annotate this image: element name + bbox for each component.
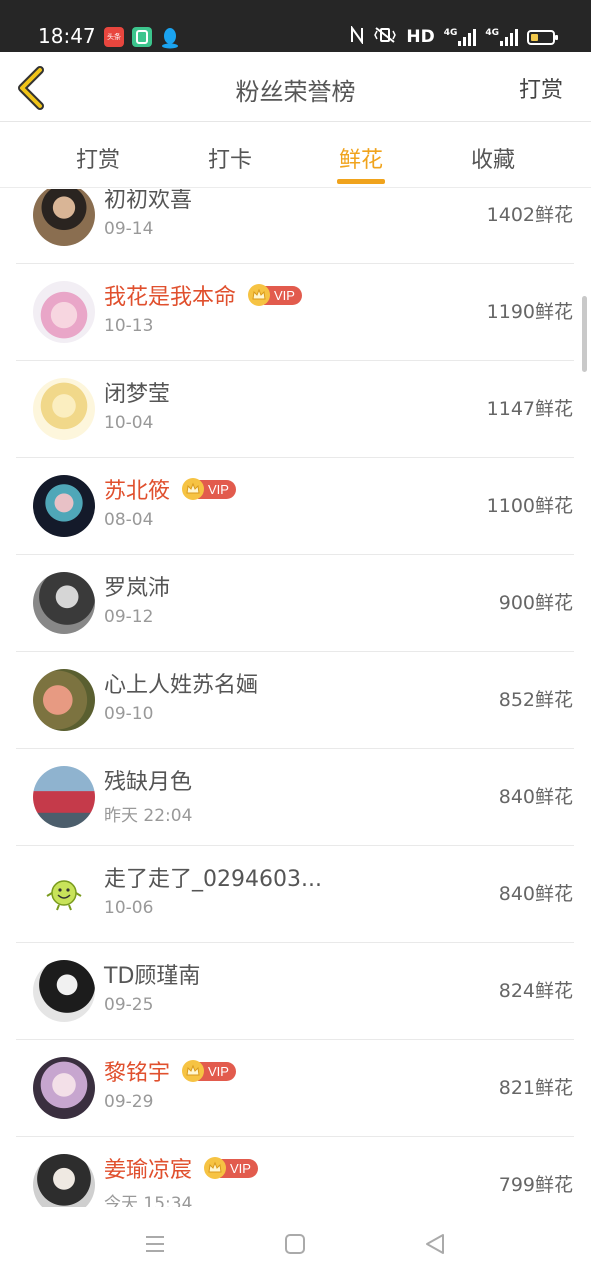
fan-date: 09-29 — [104, 1092, 154, 1112]
list-item[interactable]: 罗岚沛 09-12 900鲜花 — [16, 555, 574, 652]
avatar — [33, 766, 95, 828]
avatar — [33, 189, 95, 246]
flower-count: 1147鲜花 — [486, 398, 573, 420]
battery-icon — [527, 29, 558, 45]
fan-date: 09-12 — [104, 607, 154, 627]
scrollbar-thumb[interactable] — [582, 296, 587, 372]
avatar — [33, 378, 95, 440]
flower-count: 852鲜花 — [498, 689, 573, 711]
tab-favorites[interactable]: 收藏 — [448, 142, 538, 174]
list-item[interactable]: 我花是我本命 VIP 10-13 1190鲜花 — [16, 264, 574, 361]
fan-name: TD顾瑾南 — [104, 964, 201, 989]
fan-date: 今天 15:34 — [104, 1194, 193, 1207]
qq-icon — [160, 27, 180, 49]
menu-icon — [146, 1236, 164, 1252]
fan-name: 心上人姓苏名婳 — [104, 673, 259, 698]
home-square-icon — [285, 1234, 305, 1254]
avatar — [33, 669, 95, 731]
flower-count: 824鲜花 — [498, 980, 573, 1002]
flower-count: 799鲜花 — [498, 1174, 573, 1196]
fan-date: 10-04 — [104, 413, 154, 433]
tab-bar: 打赏 打卡 鲜花 收藏 — [0, 122, 591, 188]
fan-name: 走了走了_0294603... — [104, 867, 322, 892]
fan-date: 09-10 — [104, 704, 154, 724]
fan-name: 闭梦莹 — [104, 382, 171, 407]
avatar — [33, 1057, 95, 1119]
list-item[interactable]: 心上人姓苏名婳 09-10 852鲜花 — [16, 652, 574, 749]
vip-badge: VIP — [182, 1060, 236, 1082]
toutiao-icon: 头条 — [104, 27, 124, 47]
fan-date: 10-13 — [104, 316, 154, 336]
signal-4g-icon-2: 4G — [485, 28, 518, 46]
crown-icon — [248, 284, 271, 306]
list-item[interactable]: 苏北筱 VIP 08-04 1100鲜花 — [16, 458, 574, 555]
crown-icon — [182, 1060, 205, 1082]
hd-label: HD — [406, 27, 435, 47]
flower-count: 1190鲜花 — [486, 301, 573, 323]
list-item[interactable]: 初初欢喜 09-14 1402鲜花 — [16, 189, 574, 264]
fan-name: 初初欢喜 — [104, 189, 193, 213]
status-indicators: HD 4G 4G — [350, 24, 558, 49]
smiley-icon — [46, 880, 82, 911]
flower-count: 900鲜花 — [498, 592, 573, 614]
home-button[interactable] — [282, 1231, 308, 1257]
tab-reward[interactable]: 打赏 — [53, 142, 143, 174]
system-nav-bar — [0, 1207, 591, 1280]
avatar — [33, 281, 95, 343]
avatar — [33, 1154, 95, 1207]
avatar — [33, 863, 95, 925]
green-app-icon — [132, 27, 152, 47]
system-back-button[interactable] — [422, 1231, 448, 1257]
list-item[interactable]: 黎铭宇 VIP 09-29 821鲜花 — [16, 1040, 574, 1137]
fan-name: 罗岚沛 — [104, 576, 171, 601]
flower-count: 840鲜花 — [498, 883, 573, 905]
fan-name: 苏北筱 — [104, 479, 171, 504]
vip-badge: VIP — [204, 1157, 258, 1179]
avatar — [33, 572, 95, 634]
status-time: 18:47 — [38, 24, 96, 48]
flower-count: 840鲜花 — [498, 786, 573, 808]
crown-icon — [204, 1157, 227, 1179]
fan-name: 姜瑜凉宸 — [104, 1158, 193, 1183]
vip-badge: VIP — [182, 478, 236, 500]
fan-date: 昨天 22:04 — [104, 806, 193, 826]
vibrate-mute-icon — [373, 26, 397, 49]
list-item[interactable]: 残缺月色 昨天 22:04 840鲜花 — [16, 749, 574, 846]
list-item[interactable]: 闭梦莹 10-04 1147鲜花 — [16, 361, 574, 458]
tab-checkin[interactable]: 打卡 — [185, 142, 275, 174]
list-item[interactable]: TD顾瑾南 09-25 824鲜花 — [16, 943, 574, 1040]
fan-date: 09-25 — [104, 995, 154, 1015]
flower-count: 1402鲜花 — [486, 204, 573, 226]
fan-name: 残缺月色 — [104, 770, 193, 795]
tab-flowers[interactable]: 鲜花 — [316, 142, 406, 174]
avatar — [33, 475, 95, 537]
flower-count: 1100鲜花 — [486, 495, 573, 517]
menu-button[interactable] — [142, 1231, 168, 1257]
list-item[interactable]: 走了走了_0294603... 10-06 840鲜花 — [16, 846, 574, 943]
fan-list: 初初欢喜 09-14 1402鲜花 我花是我本命 VIP 10-13 1190鲜… — [0, 189, 591, 1207]
flower-count: 821鲜花 — [498, 1077, 573, 1099]
vip-badge: VIP — [248, 284, 302, 306]
back-triangle-icon — [426, 1234, 444, 1254]
status-bar: 18:47 头条 HD 4G 4G — [0, 0, 591, 52]
fan-name: 黎铭宇 — [104, 1061, 171, 1086]
fan-date: 09-14 — [104, 219, 154, 239]
crown-icon — [182, 478, 205, 500]
page-title: 粉丝荣誉榜 — [235, 78, 356, 106]
nfc-icon — [350, 24, 364, 49]
fan-date: 10-06 — [104, 898, 154, 918]
reward-button[interactable]: 打赏 — [519, 72, 563, 104]
avatar — [33, 960, 95, 1022]
active-tab-indicator — [337, 179, 385, 184]
fan-name: 我花是我本命 — [104, 285, 237, 310]
signal-4g-icon: 4G — [444, 28, 477, 46]
fan-date: 08-04 — [104, 510, 154, 530]
list-item[interactable]: 姜瑜凉宸 VIP 今天 15:34 799鲜花 — [16, 1137, 574, 1207]
header: 粉丝荣誉榜 打赏 — [0, 52, 591, 122]
